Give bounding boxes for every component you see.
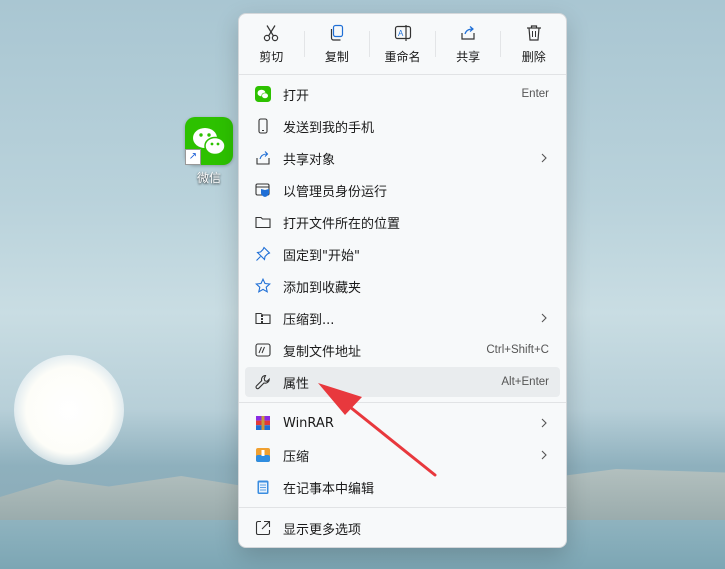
folder-icon bbox=[255, 216, 271, 229]
menu-item-share-object[interactable]: 共享对象 bbox=[245, 143, 560, 173]
menu-item-pin-to-start[interactable]: 固定到"开始" bbox=[245, 239, 560, 269]
copy-path-icon bbox=[255, 343, 271, 357]
chevron-right-icon bbox=[541, 153, 547, 163]
wrench-icon bbox=[255, 374, 270, 390]
share-button[interactable]: 共享 bbox=[436, 14, 501, 74]
menu-item-label: 打开文件所在的位置 bbox=[283, 216, 401, 232]
menu-item-label: 固定到"开始" bbox=[283, 248, 360, 264]
rename-label: 重命名 bbox=[384, 49, 421, 64]
desktop-shortcut-wechat[interactable]: ↗ 微信 bbox=[180, 117, 238, 186]
menu-item-label: 属性 bbox=[283, 376, 310, 392]
menu-item-open-file-location[interactable]: 打开文件所在的位置 bbox=[245, 207, 560, 237]
shortcut-arrow-icon: ↗ bbox=[185, 149, 201, 165]
menu-item-add-to-favorites[interactable]: 添加到收藏夹 bbox=[245, 271, 560, 301]
zip-folder-icon bbox=[255, 312, 271, 325]
menu-item-shortcut: Ctrl+Shift+C bbox=[486, 344, 549, 356]
menu-item-label: 发送到我的手机 bbox=[283, 120, 375, 136]
share-icon bbox=[256, 151, 270, 165]
copy-button[interactable]: 复制 bbox=[305, 14, 370, 74]
menu-item-label: 添加到收藏夹 bbox=[283, 280, 362, 296]
rename-button[interactable]: A 重命名 bbox=[370, 14, 435, 74]
notepad-icon bbox=[257, 480, 269, 494]
menu-item-copy-path[interactable]: 复制文件地址 Ctrl+Shift+C bbox=[245, 335, 560, 365]
admin-shield-icon bbox=[255, 183, 270, 197]
rename-icon: A bbox=[394, 24, 411, 41]
menu-item-compress-to[interactable]: 压缩到... bbox=[245, 303, 560, 333]
scissors-icon bbox=[264, 24, 279, 41]
menu-item-label: 以管理员身份运行 bbox=[283, 184, 388, 200]
menu-item-shortcut: Enter bbox=[521, 88, 550, 100]
menu-item-label: 压缩 bbox=[283, 449, 310, 465]
copy-label: 复制 bbox=[324, 49, 349, 64]
delete-button[interactable]: 删除 bbox=[501, 14, 566, 74]
cut-label: 剪切 bbox=[259, 49, 284, 64]
chevron-right-icon bbox=[541, 418, 547, 428]
menu-item-label: WinRAR bbox=[283, 415, 334, 431]
menu-item-label: 复制文件地址 bbox=[283, 344, 362, 360]
menu-item-edit-in-notepad[interactable]: 在记事本中编辑 bbox=[245, 472, 560, 502]
context-menu: 剪切 复制 A 重命名 共享 删除 打开 Enter 发送到我的手机 共享对象 … bbox=[238, 13, 567, 548]
menu-item-open[interactable]: 打开 Enter bbox=[245, 79, 560, 109]
delete-label: 删除 bbox=[521, 49, 546, 64]
wallpaper-sun bbox=[14, 355, 124, 465]
phone-icon bbox=[258, 118, 268, 134]
cut-button[interactable]: 剪切 bbox=[239, 14, 304, 74]
pin-icon bbox=[256, 246, 271, 261]
copy-icon bbox=[330, 24, 344, 41]
menu-item-send-to-phone[interactable]: 发送到我的手机 bbox=[245, 111, 560, 141]
context-toolbar: 剪切 复制 A 重命名 共享 删除 bbox=[239, 14, 566, 74]
chevron-right-icon bbox=[541, 450, 547, 460]
menu-divider bbox=[239, 74, 566, 75]
menu-item-label: 压缩到... bbox=[283, 312, 335, 328]
menu-item-shortcut: Alt+Enter bbox=[501, 376, 549, 388]
show-more-icon bbox=[255, 520, 271, 536]
wechat-small-icon bbox=[255, 86, 271, 102]
trash-icon bbox=[526, 24, 541, 41]
menu-item-label: 打开 bbox=[283, 88, 310, 104]
menu-divider bbox=[239, 402, 566, 403]
star-icon bbox=[255, 278, 271, 293]
menu-item-label: 在记事本中编辑 bbox=[283, 481, 375, 497]
wechat-icon: ↗ bbox=[185, 117, 233, 165]
svg-text:A: A bbox=[398, 29, 404, 38]
menu-item-run-as-admin[interactable]: 以管理员身份运行 bbox=[245, 175, 560, 205]
menu-item-label: 显示更多选项 bbox=[283, 522, 362, 538]
menu-item-show-more-options[interactable]: 显示更多选项 bbox=[245, 513, 560, 543]
share-icon bbox=[461, 25, 475, 40]
menu-item-properties[interactable]: 属性 Alt+Enter bbox=[245, 367, 560, 397]
winrar-icon bbox=[256, 416, 270, 430]
compress-app-icon bbox=[256, 448, 270, 462]
menu-item-compress[interactable]: 压缩 bbox=[245, 440, 560, 470]
menu-item-label: 共享对象 bbox=[283, 152, 336, 168]
menu-divider bbox=[239, 507, 566, 508]
chevron-right-icon bbox=[541, 313, 547, 323]
desktop-icon-label: 微信 bbox=[196, 171, 221, 185]
menu-item-winrar[interactable]: WinRAR bbox=[245, 408, 560, 438]
share-label: 共享 bbox=[456, 49, 481, 64]
